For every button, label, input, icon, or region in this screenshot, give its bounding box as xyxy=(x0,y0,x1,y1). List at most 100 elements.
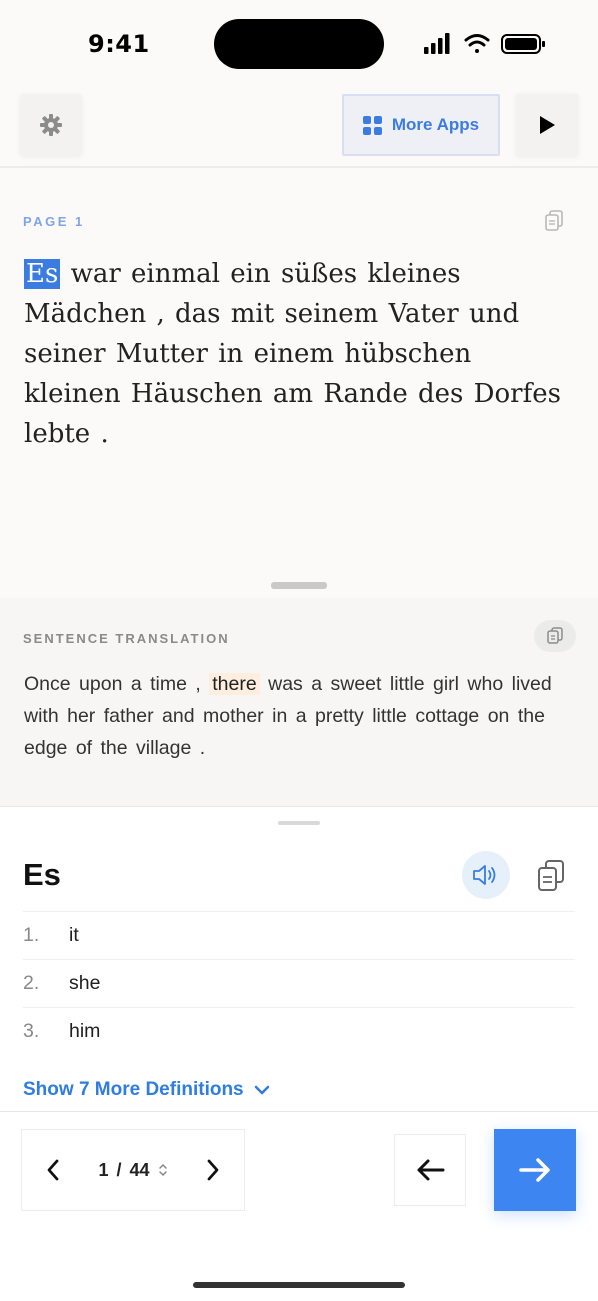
previous-page-button[interactable] xyxy=(22,1129,84,1211)
word[interactable]: mit xyxy=(231,299,274,329)
show-more-label: Show 7 More Definitions xyxy=(23,1079,244,1100)
word[interactable]: und xyxy=(469,299,519,329)
page-label: PAGE 1 xyxy=(23,214,85,229)
word[interactable]: Mädchen xyxy=(24,299,146,329)
word[interactable]: in xyxy=(272,705,287,727)
word[interactable]: on xyxy=(488,705,510,727)
word[interactable]: cottage xyxy=(415,705,479,727)
definition-item[interactable]: 1. it xyxy=(23,911,575,959)
word[interactable]: little xyxy=(372,705,407,727)
word[interactable]: einem xyxy=(254,339,335,369)
word[interactable]: lebte xyxy=(24,419,90,449)
word[interactable]: of xyxy=(76,737,92,759)
word[interactable]: . xyxy=(200,737,205,759)
word[interactable]: Dorfes xyxy=(474,379,561,409)
word[interactable]: seinem xyxy=(284,299,378,329)
word[interactable]: lived xyxy=(512,673,552,695)
gear-icon xyxy=(40,114,62,136)
sheet-handle[interactable] xyxy=(278,821,320,825)
speaker-icon xyxy=(473,865,496,885)
copy-icon[interactable] xyxy=(536,859,566,893)
word[interactable]: father xyxy=(104,705,154,727)
grid-icon xyxy=(362,115,382,135)
word[interactable]: einmal xyxy=(131,259,220,289)
definition-list: 1. it 2. she 3. him xyxy=(23,911,575,1055)
definition-text: she xyxy=(69,972,101,994)
chevron-left-icon xyxy=(47,1159,59,1181)
word[interactable]: . xyxy=(100,419,108,449)
copy-icon xyxy=(547,627,563,644)
word[interactable]: a xyxy=(131,673,142,695)
word[interactable]: ein xyxy=(230,259,270,289)
word[interactable]: her xyxy=(67,705,95,727)
status-time: 9:41 xyxy=(88,30,150,58)
previous-sentence-button[interactable] xyxy=(394,1134,466,1206)
play-button[interactable] xyxy=(516,94,578,156)
word[interactable]: a xyxy=(296,705,307,727)
wifi-icon xyxy=(464,34,490,53)
copy-icon[interactable] xyxy=(544,210,564,232)
total-pages: 44 xyxy=(129,1159,150,1180)
page-separator: / xyxy=(116,1159,122,1180)
sort-icon xyxy=(158,1163,167,1177)
definition-item[interactable]: 3. him xyxy=(23,1007,575,1055)
settings-button[interactable] xyxy=(20,94,82,156)
page-pager: 1 / 44 xyxy=(21,1129,245,1211)
status-icons xyxy=(424,33,545,54)
word[interactable]: Häuschen xyxy=(131,379,263,409)
translation-text: Once upon a time , there was a sweet lit… xyxy=(24,668,572,764)
german-text: Es war einmal ein süßes kleines Mädchen … xyxy=(24,254,564,454)
word[interactable]: , xyxy=(195,673,200,695)
definition-text: it xyxy=(69,924,79,946)
show-more-definitions-button[interactable]: Show 7 More Definitions xyxy=(23,1079,270,1101)
word[interactable]: edge xyxy=(24,737,67,759)
word[interactable]: seiner xyxy=(24,339,106,369)
word[interactable]: süßes xyxy=(281,259,357,289)
word[interactable]: upon xyxy=(79,673,122,695)
word[interactable]: was xyxy=(268,673,303,695)
word[interactable]: war xyxy=(71,259,121,289)
word[interactable]: kleinen xyxy=(24,379,121,409)
play-icon xyxy=(540,116,555,134)
word[interactable]: sweet xyxy=(331,673,382,695)
word[interactable]: and xyxy=(162,705,195,727)
selected-word[interactable]: there xyxy=(209,673,260,695)
word[interactable]: mother xyxy=(203,705,264,727)
word[interactable]: das xyxy=(175,299,221,329)
word[interactable]: kleines xyxy=(367,259,460,289)
word[interactable]: pretty xyxy=(315,705,364,727)
next-page-button[interactable] xyxy=(182,1129,244,1211)
arrow-left-icon xyxy=(417,1159,445,1181)
word[interactable]: Once xyxy=(24,673,71,695)
page-selector[interactable]: 1 / 44 xyxy=(84,1160,182,1181)
word[interactable]: des xyxy=(418,379,463,409)
current-page: 1 xyxy=(98,1159,109,1180)
next-sentence-button[interactable] xyxy=(494,1129,576,1211)
word[interactable]: , xyxy=(156,299,164,329)
translation-pane: SENTENCE TRANSLATION Once upon a time , … xyxy=(0,598,598,806)
definition-item[interactable]: 2. she xyxy=(23,959,575,1007)
definition-number: 3. xyxy=(23,1020,40,1042)
word[interactable]: hübschen xyxy=(344,339,471,369)
word[interactable]: little xyxy=(390,673,425,695)
selected-word[interactable]: Es xyxy=(24,259,61,289)
word[interactable]: girl xyxy=(433,673,459,695)
word[interactable]: time xyxy=(150,673,187,695)
reading-pane: PAGE 1 Es war einmal ein süßes kleines M… xyxy=(0,168,598,598)
word[interactable]: village xyxy=(136,737,191,759)
pronounce-button[interactable] xyxy=(462,851,510,899)
word[interactable]: Mutter xyxy=(116,339,208,369)
word[interactable]: Vater xyxy=(389,299,459,329)
word[interactable]: Rande xyxy=(323,379,407,409)
word[interactable]: a xyxy=(311,673,322,695)
more-apps-button[interactable]: More Apps xyxy=(342,94,500,156)
word[interactable]: the xyxy=(518,705,545,727)
word[interactable]: with xyxy=(24,705,59,727)
word[interactable]: in xyxy=(218,339,243,369)
word[interactable]: who xyxy=(467,673,503,695)
word[interactable]: am xyxy=(273,379,313,409)
copy-translation-button[interactable] xyxy=(534,620,576,652)
word[interactable]: the xyxy=(101,737,128,759)
drag-handle[interactable] xyxy=(271,582,327,589)
more-apps-label: More Apps xyxy=(391,115,480,134)
